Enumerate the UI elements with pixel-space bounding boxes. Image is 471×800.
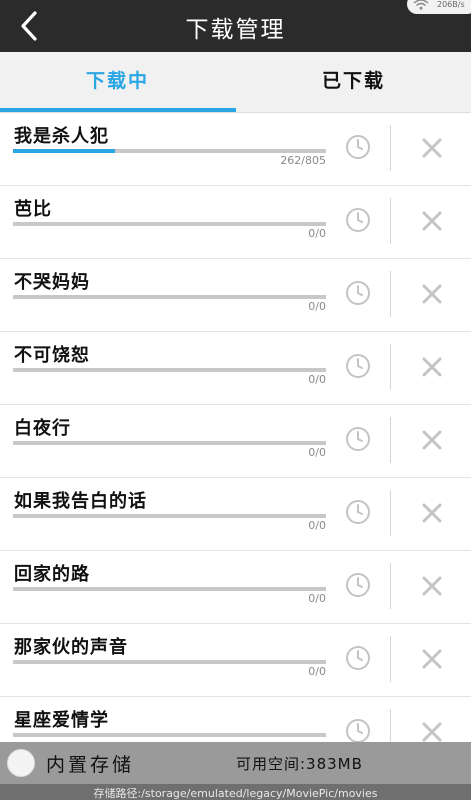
top-bar: 下载管理 206B/s: [0, 0, 471, 52]
download-item[interactable]: 不可饶恕 0/0: [0, 332, 471, 405]
close-icon[interactable]: [421, 210, 443, 232]
clock-icon[interactable]: [345, 353, 371, 379]
row-divider: [390, 636, 391, 682]
download-title: 白夜行: [14, 418, 71, 439]
progress-count: 0/0: [308, 227, 326, 240]
clock-icon[interactable]: [345, 572, 371, 598]
download-item[interactable]: 如果我告白的话 0/0: [0, 478, 471, 551]
progress-fill: [13, 149, 115, 153]
download-title: 星座爱情学: [14, 710, 109, 731]
row-divider: [390, 198, 391, 244]
progress-count: 0/0: [308, 446, 326, 459]
wifi-icon: [413, 0, 429, 10]
storage-bar: 内置存储 可用空间:383MB: [0, 742, 471, 784]
status-indicator: 206B/s: [407, 0, 471, 14]
download-title: 不可饶恕: [14, 345, 90, 366]
close-icon[interactable]: [421, 356, 443, 378]
row-divider: [390, 125, 391, 171]
progress-count: 0/0: [308, 300, 326, 313]
progress-count: 262/805: [280, 154, 326, 167]
tab-bar: 下载中 已下载: [0, 52, 471, 112]
free-space-label: 可用空间:383MB: [236, 755, 363, 773]
download-item[interactable]: 芭比 0/0: [0, 186, 471, 259]
download-title: 回家的路: [14, 564, 90, 585]
progress-bar: [13, 149, 326, 153]
close-icon[interactable]: [421, 429, 443, 451]
clock-icon[interactable]: [345, 426, 371, 452]
row-divider: [390, 417, 391, 463]
download-title: 那家伙的声音: [14, 637, 128, 658]
row-divider: [390, 490, 391, 536]
progress-count: 0/0: [308, 665, 326, 678]
progress-bar: [13, 295, 326, 299]
download-item[interactable]: 回家的路 0/0: [0, 551, 471, 624]
download-title: 不哭妈妈: [14, 272, 90, 293]
progress-bar: [13, 660, 326, 664]
clock-icon[interactable]: [345, 499, 371, 525]
progress-bar: [13, 587, 326, 591]
storage-path: 存储路径:/storage/emulated/legacy/MoviePic/m…: [93, 787, 378, 800]
download-title: 我是杀人犯: [14, 126, 109, 147]
progress-bar: [13, 514, 326, 518]
progress-bar: [13, 222, 326, 226]
storage-label: 内置存储: [46, 754, 135, 776]
progress-bar: [13, 733, 326, 737]
download-item[interactable]: 白夜行 0/0: [0, 405, 471, 478]
download-title: 芭比: [14, 199, 52, 220]
tab-downloading[interactable]: 下载中: [0, 52, 235, 112]
clock-icon[interactable]: [345, 280, 371, 306]
download-title: 如果我告白的话: [14, 491, 147, 512]
row-divider: [390, 271, 391, 317]
progress-bar: [13, 368, 326, 372]
download-item[interactable]: 我是杀人犯 262/805: [0, 113, 471, 186]
clock-icon[interactable]: [345, 207, 371, 233]
path-bar: 存储路径:/storage/emulated/legacy/MoviePic/m…: [0, 784, 471, 800]
close-icon[interactable]: [421, 721, 443, 743]
download-list: 我是杀人犯 262/805 芭比 0/0 不哭妈妈 0/0 不可饶恕 0/0 白夜行 0/0 如果我…: [0, 113, 471, 770]
close-icon[interactable]: [421, 502, 443, 524]
download-item[interactable]: 那家伙的声音 0/0: [0, 624, 471, 697]
progress-count: 0/0: [308, 592, 326, 605]
progress-count: 0/0: [308, 519, 326, 532]
progress-bar: [13, 441, 326, 445]
clock-icon[interactable]: [345, 718, 371, 744]
progress-count: 0/0: [308, 373, 326, 386]
download-item[interactable]: 不哭妈妈 0/0: [0, 259, 471, 332]
row-divider: [390, 563, 391, 609]
clock-icon[interactable]: [345, 645, 371, 671]
storage-footer: 内置存储 可用空间:383MB 存储路径:/storage/emulated/l…: [0, 742, 471, 800]
tab-downloaded[interactable]: 已下载: [236, 52, 471, 112]
clock-icon[interactable]: [345, 134, 371, 160]
page-title: 下载管理: [185, 17, 286, 43]
network-speed: 206B/s: [437, 0, 465, 9]
close-icon[interactable]: [421, 648, 443, 670]
row-divider: [390, 344, 391, 390]
close-icon[interactable]: [421, 575, 443, 597]
close-icon[interactable]: [421, 283, 443, 305]
storage-radio-button[interactable]: [7, 749, 35, 777]
close-icon[interactable]: [421, 137, 443, 159]
